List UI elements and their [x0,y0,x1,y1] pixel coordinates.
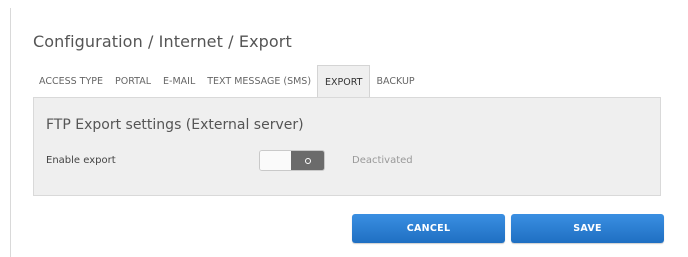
tab-bar: ACCESS TYPE PORTAL E-MAIL TEXT MESSAGE (… [33,65,421,98]
ftp-export-panel: FTP Export settings (External server) En… [33,97,661,196]
save-button[interactable]: SAVE [511,214,664,243]
toggle-track [260,151,291,170]
circle-icon [304,157,311,164]
cancel-button[interactable]: CANCEL [352,214,505,243]
tab-access-type[interactable]: ACCESS TYPE [33,65,109,98]
panel-title: FTP Export settings (External server) [46,117,304,133]
left-divider [10,8,11,257]
tab-export[interactable]: EXPORT [317,65,371,98]
page-title: Configuration / Internet / Export [33,32,292,51]
enable-export-label: Enable export [46,155,116,166]
tab-email[interactable]: E-MAIL [157,65,201,98]
toggle-knob [291,151,324,170]
enable-export-toggle[interactable] [259,150,325,171]
enable-export-status: Deactivated [352,155,413,166]
tab-portal[interactable]: PORTAL [109,65,157,98]
tab-text-message[interactable]: TEXT MESSAGE (SMS) [201,65,317,98]
tab-backup[interactable]: BACKUP [370,65,420,98]
